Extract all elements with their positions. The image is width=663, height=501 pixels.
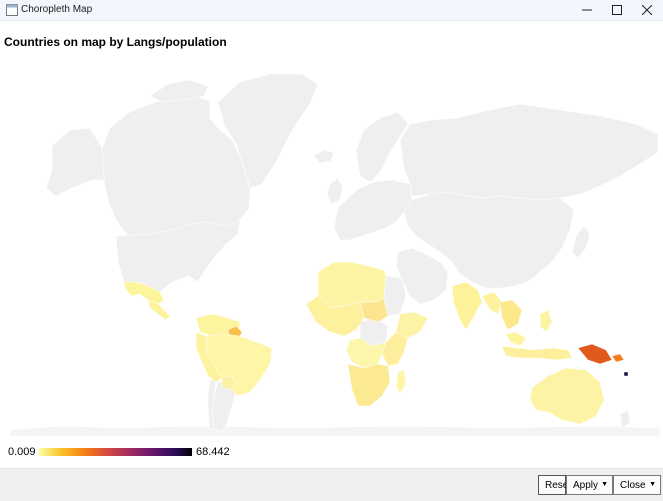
close-window-button[interactable] — [632, 0, 662, 20]
country-malaysia[interactable] — [505, 331, 527, 347]
close-icon — [642, 5, 652, 15]
country-solomon-islands[interactable] — [611, 353, 625, 363]
country-indochina[interactable] — [499, 299, 523, 331]
country-bangladesh-myanmar[interactable] — [481, 291, 503, 315]
window-title: Choropleth Map — [21, 4, 93, 15]
minimize-icon — [582, 9, 592, 11]
country-angola-southern[interactable] — [347, 363, 391, 407]
legend-max-label: 68.442 — [196, 446, 230, 458]
country-uk[interactable] — [326, 177, 344, 205]
chevron-down-icon: ▼ — [649, 481, 656, 488]
country-philippines[interactable] — [539, 309, 553, 333]
country-new-zealand[interactable] — [619, 409, 631, 429]
apply-button[interactable]: Apply ▼ — [566, 475, 613, 495]
country-indonesia[interactable] — [501, 345, 573, 361]
map-title: Countries on map by Langs/population — [4, 35, 227, 49]
close-button[interactable]: Close ▼ — [613, 475, 661, 495]
country-madagascar[interactable] — [395, 369, 407, 395]
legend-colorbar — [39, 448, 192, 456]
country-japan[interactable] — [571, 225, 591, 259]
legend-min-label: 0.009 — [8, 446, 36, 458]
country-russia[interactable] — [399, 103, 659, 201]
chevron-down-icon: ▼ — [601, 481, 608, 488]
country-vanuatu[interactable] — [623, 371, 629, 377]
country-papua-new-guinea[interactable] — [577, 343, 613, 365]
country-india[interactable] — [451, 281, 483, 331]
region-europe[interactable] — [333, 179, 413, 241]
country-iceland[interactable] — [313, 149, 335, 164]
country-ethiopia-horn[interactable] — [395, 311, 429, 339]
country-alaska[interactable] — [45, 127, 105, 197]
country-australia[interactable] — [529, 367, 605, 425]
country-brazil[interactable] — [205, 333, 273, 397]
country-north-africa[interactable] — [317, 261, 387, 309]
app-icon — [6, 4, 18, 16]
country-scandinavia[interactable] — [355, 111, 409, 183]
maximize-button[interactable] — [602, 0, 632, 20]
country-egypt-sudan[interactable] — [383, 275, 407, 317]
maximize-icon — [612, 5, 622, 15]
window-titlebar: Choropleth Map — [0, 0, 663, 21]
apply-button-label: Apply — [573, 479, 599, 491]
world-map[interactable] — [0, 55, 663, 455]
reset-button[interactable]: Reset — [538, 475, 571, 495]
country-antarctica[interactable] — [9, 425, 661, 437]
close-button-label: Close — [620, 479, 646, 491]
minimize-button[interactable] — [572, 0, 602, 20]
